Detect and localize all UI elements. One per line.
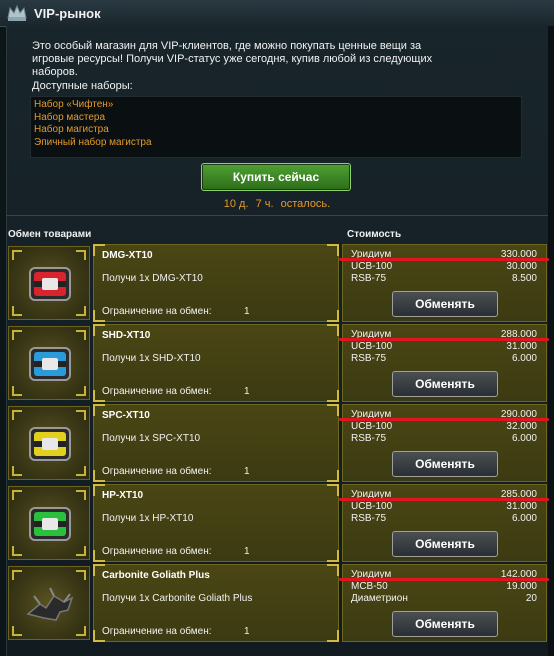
set-item[interactable]: Эпичный набор магистра (31, 137, 521, 150)
cost-currency: RSB-75 (351, 513, 387, 524)
cost-value: 32.000 (506, 421, 537, 432)
cost-value: 20 (525, 593, 537, 604)
cost-currency: UCB-100 (351, 341, 393, 352)
cost-value: 6.000 (511, 433, 537, 444)
available-sets-list: Набор «Чифтен» Набор мастера Набор магис… (30, 96, 522, 158)
vip-crown-icon (7, 4, 27, 21)
cost-currency: RSB-75 (351, 273, 387, 284)
limit-label: Ограничение на обмен: (102, 386, 212, 397)
available-sets-label: Доступные наборы: (32, 80, 133, 92)
exchange-row: HP-XT10 Получи 1x HP-XT10 Ограничение на… (5, 484, 549, 562)
cost-currency: UCB-100 (351, 261, 393, 272)
item-description: Получи 1x DMG-XT10 (102, 273, 203, 284)
item-cost: Уридиум 288.000 UCB-100 31.000 RSB-75 6.000… (339, 324, 549, 402)
intro-line: наборов. (32, 66, 78, 78)
set-item[interactable]: Набор «Чифтен» (31, 99, 521, 112)
item-thumbnail (8, 326, 90, 400)
cost-value: 6.000 (511, 513, 537, 524)
item-thumbnail (8, 246, 90, 320)
item-description: Получи 1x Carbonite Goliath Plus (102, 593, 253, 604)
exchange-row: DMG-XT10 Получи 1x DMG-XT10 Ограничение … (5, 244, 549, 322)
limit-value: 1 (244, 626, 250, 637)
red-annotation-line (339, 338, 549, 341)
cost-currency: UCB-100 (351, 421, 393, 432)
item-name: SPC-XT10 (102, 410, 150, 421)
limit-value: 1 (244, 386, 250, 397)
column-header-cost: Стоимость (347, 229, 402, 240)
cost-currency: UCB-100 (351, 501, 393, 512)
item-description: Получи 1x SPC-XT10 (102, 433, 201, 444)
divider (6, 215, 548, 216)
red-annotation-line (339, 418, 549, 421)
exchange-row: SPC-XT10 Получи 1x SPC-XT10 Ограничение … (5, 404, 549, 482)
limit-value: 1 (244, 306, 250, 317)
cost-currency: RSB-75 (351, 433, 387, 444)
intro-line: игровые ресурсы! Получи VIP-статус уже с… (32, 53, 433, 65)
item-thumbnail (8, 406, 90, 480)
cost-value: 6.000 (511, 353, 537, 364)
item-name: SHD-XT10 (102, 330, 151, 341)
item-info: Carbonite Goliath Plus Получи 1x Carboni… (93, 564, 339, 642)
item-cost: Уридиум 290.000 UCB-100 32.000 RSB-75 6.000… (339, 404, 549, 482)
cost-currency: Диаметрион (351, 593, 408, 604)
blue-container-icon (29, 347, 71, 381)
cost-value: 19.000 (506, 581, 537, 592)
limit-label: Ограничение на обмен: (102, 626, 212, 637)
item-cost: Уридиум 142.000 MCB-50 19.000 Диаметрион 20… (339, 564, 549, 642)
cost-value: 31.000 (506, 341, 537, 352)
limit-label: Ограничение на обмен: (102, 466, 212, 477)
exchange-button[interactable]: Обменять (392, 451, 498, 477)
time-remaining: 10 д. 7 ч. осталось. (0, 198, 554, 210)
buy-now-button[interactable]: Купить сейчас (201, 163, 351, 191)
exchange-button[interactable]: Обменять (392, 371, 498, 397)
item-cost: Уридиум 285.000 UCB-100 31.000 RSB-75 6.000… (339, 484, 549, 562)
intro-text: Это особый магазин для VIP-клиентов, где… (32, 40, 512, 79)
days-left: 10 д. (223, 198, 249, 210)
scrollbar[interactable] (548, 26, 554, 656)
item-info: HP-XT10 Получи 1x HP-XT10 Ограничение на… (93, 484, 339, 562)
window-title: VIP-рынок (34, 5, 101, 21)
cost-value: 31.000 (506, 501, 537, 512)
exchange-row: SHD-XT10 Получи 1x SHD-XT10 Ограничение … (5, 324, 549, 402)
cost-value: 30.000 (506, 261, 537, 272)
item-info: SPC-XT10 Получи 1x SPC-XT10 Ограничение … (93, 404, 339, 482)
time-left-suffix: осталось. (280, 198, 331, 210)
item-name: HP-XT10 (102, 490, 144, 501)
item-info: DMG-XT10 Получи 1x DMG-XT10 Ограничение … (93, 244, 339, 322)
red-container-icon (29, 267, 71, 301)
red-annotation-line (339, 498, 549, 501)
column-header-items: Обмен товарами (8, 229, 92, 240)
hours-left: 7 ч. (255, 198, 274, 210)
red-annotation-line (339, 258, 549, 261)
cost-currency: RSB-75 (351, 353, 387, 364)
item-name: Carbonite Goliath Plus (102, 570, 210, 581)
window-titlebar: VIP-рынок (0, 0, 554, 27)
intro-line: Это особый магазин для VIP-клиентов, где… (32, 40, 422, 52)
item-thumbnail (8, 486, 90, 560)
exchange-button[interactable]: Обменять (392, 611, 498, 637)
limit-value: 1 (244, 466, 250, 477)
set-item[interactable]: Набор магистра (31, 124, 521, 137)
item-thumbnail (8, 566, 90, 640)
exchange-row: Carbonite Goliath Plus Получи 1x Carboni… (5, 564, 549, 642)
exchange-button[interactable]: Обменять (392, 531, 498, 557)
item-info: SHD-XT10 Получи 1x SHD-XT10 Ограничение … (93, 324, 339, 402)
set-item[interactable]: Набор мастера (31, 112, 521, 125)
exchange-button[interactable]: Обменять (392, 291, 498, 317)
yellow-container-icon (29, 427, 71, 461)
item-cost: Уридиум 330.000 UCB-100 30.000 RSB-75 8.500… (339, 244, 549, 322)
limit-value: 1 (244, 546, 250, 557)
green-container-icon (29, 507, 71, 541)
red-annotation-line (339, 578, 549, 581)
limit-label: Ограничение на обмен: (102, 306, 212, 317)
limit-label: Ограничение на обмен: (102, 546, 212, 557)
item-description: Получи 1x SHD-XT10 (102, 353, 201, 364)
ship-icon (26, 587, 74, 621)
item-name: DMG-XT10 (102, 250, 153, 261)
item-description: Получи 1x HP-XT10 (102, 513, 194, 524)
cost-currency: MCB-50 (351, 581, 388, 592)
cost-value: 8.500 (511, 273, 537, 284)
